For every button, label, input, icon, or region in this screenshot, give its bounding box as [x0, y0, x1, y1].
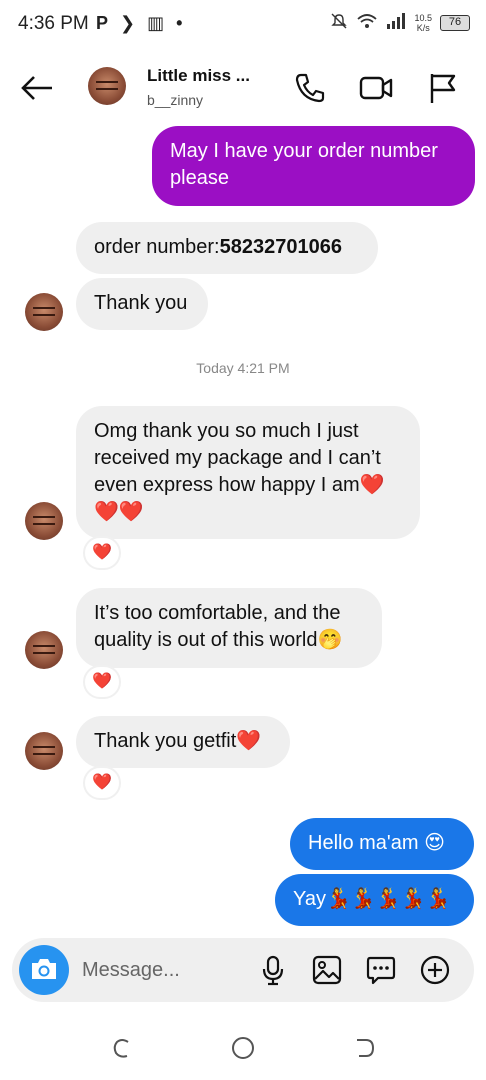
message-text: Thank you	[94, 292, 188, 314]
contact-avatar-small[interactable]	[25, 732, 63, 770]
microphone-icon	[262, 955, 284, 986]
net-speed: 10.5 K/s	[414, 13, 432, 33]
message-input[interactable]	[82, 956, 252, 984]
app-notification-icon: ❯	[120, 13, 136, 33]
image-icon	[312, 955, 342, 985]
status-bar: 4:36 PM P ❯ ▥ • 10.5 K/s 76	[0, 0, 486, 48]
message-timestamp: Today 4:21 PM	[196, 360, 290, 376]
video-camera-icon	[359, 76, 393, 100]
recents-icon	[113, 1039, 129, 1058]
message-text: It’s too comfortable, and the quality is…	[94, 602, 341, 651]
voice-call-button[interactable]	[292, 70, 328, 106]
message-incoming[interactable]: Omg thank you so much I just received my…	[76, 406, 420, 539]
plus-circle-icon	[420, 955, 450, 985]
sim-icon: ▥	[147, 13, 165, 33]
message-composer	[12, 938, 474, 1002]
contact-username[interactable]: b__zinny	[147, 92, 203, 108]
back-arrow-icon	[21, 76, 52, 100]
mute-icon	[330, 12, 348, 34]
message-text: Hello ma'am	[308, 832, 419, 854]
message-outgoing[interactable]: Yay💃💃💃💃💃	[275, 874, 474, 926]
order-number-label: order number:	[94, 236, 220, 258]
parking-app-icon: P	[96, 13, 109, 33]
contact-name[interactable]: Little miss ...	[147, 66, 250, 86]
back-nav-icon	[357, 1039, 375, 1057]
chat-header: Little miss ... b__zinny	[0, 48, 486, 128]
camera-button[interactable]	[19, 945, 69, 995]
flag-icon	[430, 74, 456, 103]
chat-bubble-icon	[366, 956, 396, 985]
recent-apps-button[interactable]	[108, 1034, 136, 1062]
camera-icon	[32, 959, 56, 979]
more-notifications-icon: •	[176, 13, 183, 33]
notification-icons: P ❯ ▥ •	[96, 13, 182, 33]
message-incoming[interactable]: Thank you	[76, 278, 208, 330]
phone-icon	[295, 73, 325, 103]
heart-reaction[interactable]: ❤️	[83, 766, 121, 800]
home-circle-icon	[232, 1037, 254, 1059]
heart-reaction[interactable]: ❤️	[83, 536, 121, 570]
contact-avatar[interactable]	[88, 67, 126, 105]
hearts-emoji: ❤️❤️	[94, 501, 144, 523]
contact-avatar-small[interactable]	[25, 502, 63, 540]
heart-eyes-emoji: 😍	[424, 832, 445, 854]
voice-message-button[interactable]	[256, 953, 290, 987]
message-outgoing[interactable]: Hello ma'am 😍	[290, 818, 474, 870]
message-text: Omg thank you so much I just received my…	[94, 420, 381, 496]
sticker-button[interactable]	[364, 953, 398, 987]
net-speed-value: 10.5	[414, 13, 432, 23]
giggle-emoji: 🤭	[317, 629, 343, 651]
message-incoming[interactable]: order number:58232701066	[76, 222, 378, 274]
order-number-value: 58232701066	[219, 236, 342, 258]
message-outgoing[interactable]: May I have your order number please	[152, 126, 475, 206]
dancer-emoji: 💃💃💃💃💃	[325, 888, 451, 910]
heart-reaction[interactable]: ❤️	[83, 665, 121, 699]
contact-avatar-small[interactable]	[25, 631, 63, 669]
gallery-button[interactable]	[310, 953, 344, 987]
home-button[interactable]	[229, 1034, 257, 1062]
message-text: May I have your order number please	[170, 140, 438, 189]
heart-emoji: ❤️	[359, 474, 385, 496]
message-incoming[interactable]: It’s too comfortable, and the quality is…	[76, 588, 382, 668]
back-nav-button[interactable]	[350, 1034, 378, 1062]
message-text: Yay	[293, 888, 326, 910]
message-incoming[interactable]: Thank you getfit❤️	[76, 716, 290, 768]
report-flag-button[interactable]	[424, 70, 460, 106]
battery-icon: 76	[440, 15, 470, 31]
wifi-icon	[356, 12, 378, 34]
system-navigation-bar	[0, 1020, 486, 1080]
net-speed-unit: K/s	[416, 23, 430, 33]
system-icons: 10.5 K/s 76	[330, 12, 470, 34]
video-call-button[interactable]	[358, 70, 394, 106]
message-text: Thank you getfit	[94, 730, 237, 752]
signal-icon	[386, 13, 406, 33]
contact-avatar-small[interactable]	[25, 293, 63, 331]
back-button[interactable]	[18, 68, 58, 108]
more-options-button[interactable]	[418, 953, 452, 987]
heart-emoji: ❤️	[236, 730, 262, 752]
status-time: 4:36 PM	[18, 13, 89, 34]
